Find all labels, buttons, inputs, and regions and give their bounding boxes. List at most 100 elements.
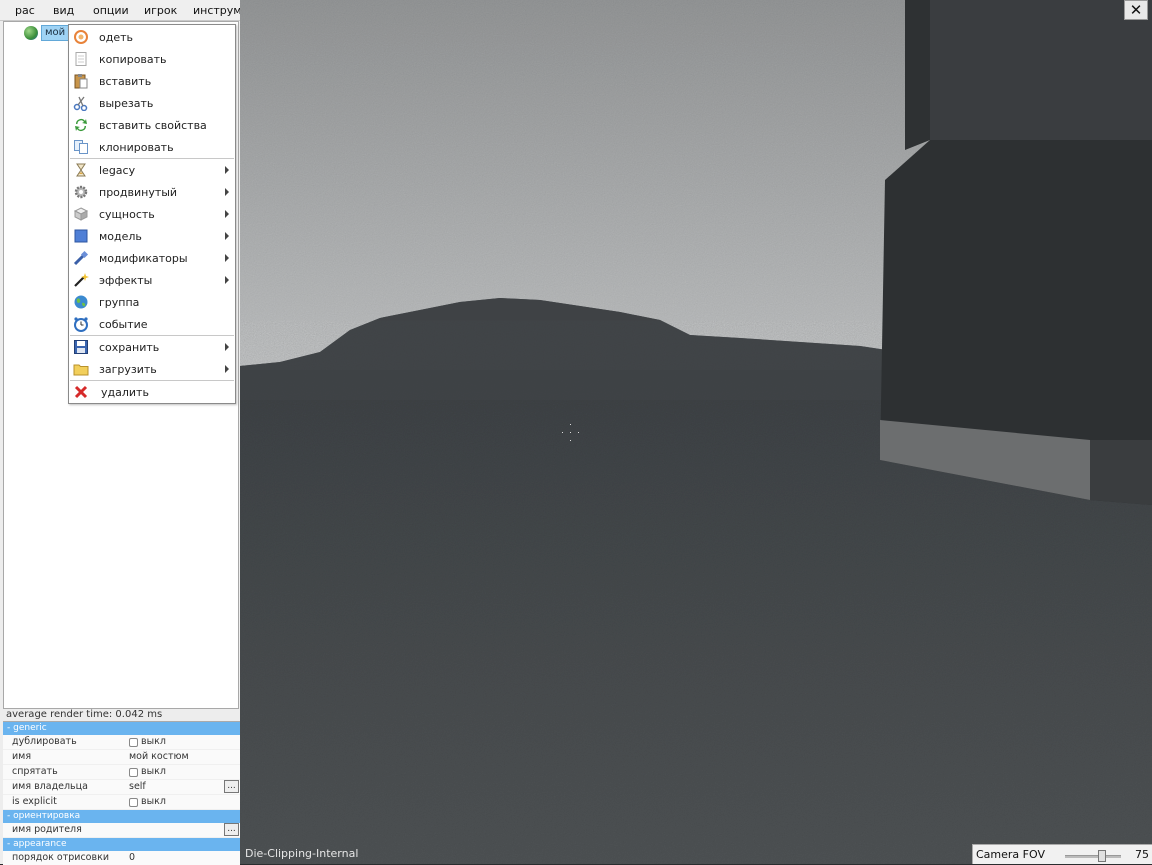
section-orientation[interactable]: - ориентировка xyxy=(3,810,240,823)
prop-name: is explicit xyxy=(12,796,57,807)
prop-name: имя владельца xyxy=(12,781,88,792)
section-generic[interactable]: - generic xyxy=(3,722,240,735)
prop-row-hide: спрятать выкл xyxy=(3,765,240,780)
menu-tools[interactable]: инструме xyxy=(193,0,240,20)
pillar-top xyxy=(930,0,1152,150)
checkbox-label: выкл xyxy=(141,766,166,777)
menu-player[interactable]: игрок xyxy=(144,0,177,20)
menu-item-label: эффекты xyxy=(99,274,153,287)
menu-item-modifiers[interactable]: модификаторы xyxy=(69,247,235,269)
section-appearance[interactable]: - appearance xyxy=(3,838,240,851)
menu-item-copy[interactable]: копировать xyxy=(69,48,235,70)
checkbox-label: выкл xyxy=(141,796,166,807)
crosshair-icon xyxy=(561,423,581,443)
clock-icon xyxy=(74,317,88,332)
context-menu: одеть копировать вставить вырезать встав… xyxy=(68,24,236,404)
menu-item-label: сохранить xyxy=(99,341,160,354)
menu-item-effects[interactable]: эффекты xyxy=(69,269,235,291)
menu-item-label: одеть xyxy=(99,31,133,44)
prop-name: дублировать xyxy=(12,736,77,747)
prop-row-name: имя мой костюм xyxy=(3,750,240,765)
menu-item-entity[interactable]: сущность xyxy=(69,203,235,225)
menu-item-label: модификаторы xyxy=(99,252,188,265)
delete-x-icon xyxy=(74,385,88,399)
menu-item-cut[interactable]: вырезать xyxy=(69,92,235,114)
submenu-arrow-icon xyxy=(225,232,229,240)
magic-wand-icon xyxy=(74,273,89,287)
menu-item-label: продвинутый xyxy=(99,186,178,199)
prop-value-text[interactable]: мой костюм xyxy=(129,750,189,764)
checkbox[interactable] xyxy=(129,767,138,777)
dress-icon xyxy=(74,30,88,44)
browse-button[interactable]: ... xyxy=(224,823,239,836)
prop-row-duplicate: дублировать выкл xyxy=(3,735,240,750)
menu-item-load[interactable]: загрузить xyxy=(69,358,235,380)
menu-item-dress[interactable]: одеть xyxy=(69,26,235,48)
prop-name: спрятать xyxy=(12,766,58,777)
prop-value-text[interactable]: 0 xyxy=(129,851,135,865)
3d-viewport[interactable]: ✕ Die-Clipping-Internal Camera FOV 75 xyxy=(240,0,1152,864)
menu-item-model[interactable]: модель xyxy=(69,225,235,247)
floppy-disk-icon xyxy=(74,340,88,354)
menu-item-clone[interactable]: клонировать xyxy=(69,136,235,158)
globe-icon xyxy=(24,26,38,40)
prop-value-text[interactable]: self xyxy=(129,780,146,794)
menubar: рас вид опции игрок инструме xyxy=(0,0,240,21)
pillar-base-shadow xyxy=(1090,440,1152,505)
menu-item-label: загрузить xyxy=(99,363,157,376)
menu-item-label: вставить xyxy=(99,75,152,88)
fov-label: Camera FOV xyxy=(976,848,1045,861)
checkbox[interactable] xyxy=(129,797,138,807)
paste-icon xyxy=(74,74,88,89)
prop-row-is-explicit: is explicit выкл xyxy=(3,795,240,810)
menu-item-label: legacy xyxy=(99,164,136,177)
menu-item-delete[interactable]: удалить xyxy=(69,381,235,403)
prop-row-draw-order: порядок отрисовки 0 xyxy=(3,851,240,865)
checkbox[interactable] xyxy=(129,737,138,747)
browse-button[interactable]: ... xyxy=(224,780,239,793)
menu-item-label: вырезать xyxy=(99,97,154,110)
menu-item-save[interactable]: сохранить xyxy=(69,336,235,358)
checkbox-label: выкл xyxy=(141,736,166,747)
copy-icon xyxy=(75,52,87,66)
menu-view[interactable]: вид xyxy=(53,0,74,20)
prop-value-checkbox[interactable]: выкл xyxy=(129,795,166,809)
menu-item-paste[interactable]: вставить xyxy=(69,70,235,92)
menu-item-advanced[interactable]: продвинутый xyxy=(69,181,235,203)
menu-item-label: вставить свойства xyxy=(99,119,207,132)
camera-fov-panel: Camera FOV 75 xyxy=(972,844,1152,864)
menu-item-legacy[interactable]: legacy xyxy=(69,159,235,181)
menu-item-label: сущность xyxy=(99,208,155,221)
menu-options[interactable]: опции xyxy=(93,0,129,20)
submenu-arrow-icon xyxy=(225,166,229,174)
menu-item-label: клонировать xyxy=(99,141,174,154)
model-square-icon xyxy=(74,229,88,243)
menu-item-group[interactable]: группа xyxy=(69,291,235,313)
menu-item-label: удалить xyxy=(101,386,149,399)
submenu-arrow-icon xyxy=(225,210,229,218)
prop-row-parent-name: имя родителя ... xyxy=(3,823,240,838)
prop-name: имя xyxy=(12,751,32,762)
render-time-status: average render time: 0.042 ms xyxy=(6,709,163,720)
prop-name: имя родителя xyxy=(12,824,82,835)
prop-value-checkbox[interactable]: выкл xyxy=(129,735,166,749)
folder-icon xyxy=(73,364,89,376)
menu-ras[interactable]: рас xyxy=(15,0,35,20)
property-grid: - generic дублировать выкл имя мой костю… xyxy=(3,721,240,865)
menu-item-label: группа xyxy=(99,296,140,309)
menu-item-label: модель xyxy=(99,230,142,243)
prop-row-owner-name: имя владельца self ... xyxy=(3,780,240,795)
paste-properties-icon xyxy=(75,119,87,131)
prop-value-checkbox[interactable]: выкл xyxy=(129,765,166,779)
close-button[interactable]: ✕ xyxy=(1124,0,1148,20)
fov-value: 75 xyxy=(1135,848,1149,861)
submenu-arrow-icon xyxy=(225,188,229,196)
prop-name: порядок отрисовки xyxy=(12,852,110,863)
menu-item-event[interactable]: событие xyxy=(69,313,235,335)
scene-render xyxy=(240,0,1152,864)
clone-icon xyxy=(74,140,88,154)
menu-item-paste-properties[interactable]: вставить свойства xyxy=(69,114,235,136)
clipping-mode-label: Die-Clipping-Internal xyxy=(245,847,359,860)
fov-slider-thumb[interactable] xyxy=(1098,850,1106,862)
fov-slider[interactable] xyxy=(1065,850,1121,862)
